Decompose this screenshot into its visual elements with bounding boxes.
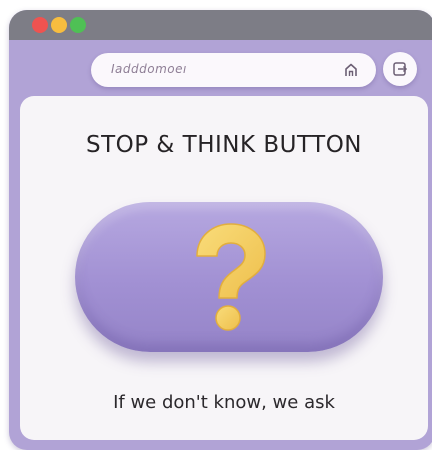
exit-button[interactable] <box>383 52 417 86</box>
maximize-button[interactable] <box>70 17 86 33</box>
caption: If we don't know, we ask <box>113 392 335 413</box>
browser-window: Iadddomoeı STOP & THINK BUTTON If we don… <box>9 10 432 450</box>
address-bar[interactable]: Iadddomoeı <box>91 53 376 87</box>
question-mark-icon <box>196 223 266 331</box>
minimize-button[interactable] <box>51 17 67 33</box>
url-text: Iadddomoeı <box>111 62 187 76</box>
stop-and-think-button[interactable] <box>75 202 383 352</box>
exit-icon <box>393 62 408 76</box>
page-title: STOP & THINK BUTTON <box>85 132 363 158</box>
close-button[interactable] <box>32 17 48 33</box>
content-panel: STOP & THINK BUTTON If we don't know, we… <box>20 96 428 440</box>
home-icon[interactable] <box>342 61 360 79</box>
title-bar <box>9 10 432 40</box>
